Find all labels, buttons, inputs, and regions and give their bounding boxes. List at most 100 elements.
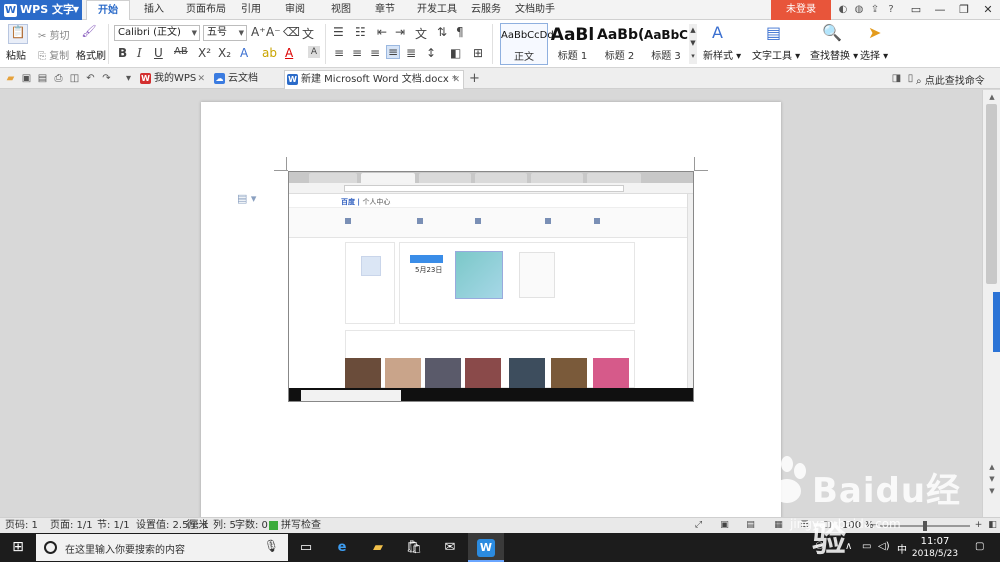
edge-browser-icon[interactable]: e (324, 533, 360, 562)
feedback-icon[interactable]: ◍ (852, 3, 866, 17)
show-hidden-icons[interactable]: ∧ (845, 541, 852, 552)
style-gallery-scroll[interactable]: ▲ ▼ ▾ (689, 24, 697, 64)
notifications-icon[interactable]: ▢ (975, 541, 984, 552)
new-style-icon[interactable]: A (712, 23, 723, 42)
numbered-list-icon[interactable]: ☷ (355, 25, 366, 39)
style-heading-1[interactable]: AaBl 标题 1 (550, 23, 595, 65)
print-icon[interactable]: ⎙ (52, 72, 65, 85)
text-tools-button[interactable]: 文字工具 ▾ (752, 47, 800, 62)
help-icon[interactable]: ? (884, 3, 898, 17)
microphone-icon[interactable]: 🎙 (264, 539, 279, 553)
save-icon[interactable]: ▣ (20, 72, 33, 85)
chevron-down-icon[interactable]: ▾ (122, 72, 135, 85)
highlight-icon[interactable]: ab (262, 46, 277, 60)
font-color-icon[interactable]: A (285, 46, 293, 60)
taskbar-search-box[interactable]: 在这里输入你要搜索的内容 🎙 (36, 534, 288, 561)
pin-icon[interactable]: ◨ (890, 72, 903, 85)
shrink-font-icon[interactable]: A⁻ (266, 25, 281, 39)
scroll-up-page-icon[interactable]: ▲ (983, 463, 1000, 471)
strikethrough-icon[interactable]: AB (174, 46, 188, 57)
tab-my-wps[interactable]: W 我的WPS ✕ (138, 70, 208, 89)
close-icon[interactable]: ✕ (197, 70, 205, 88)
text-tools-icon[interactable]: ▤ (766, 23, 781, 42)
paste-button[interactable]: 粘贴 (6, 47, 26, 62)
chinese-layout-icon[interactable]: 文 (415, 25, 427, 42)
tab-page-layout[interactable]: 页面布局 (178, 0, 234, 20)
phonetic-icon[interactable]: 文 (302, 25, 314, 42)
store-icon[interactable]: 🛍 (396, 533, 432, 562)
subscript-icon[interactable]: X₂ (218, 46, 231, 60)
format-painter-icon[interactable]: 🖌 (80, 24, 98, 42)
page-view-icon[interactable]: ▣ (719, 520, 730, 531)
style-normal[interactable]: AaBbCcDd 正文 (500, 23, 554, 65)
redo-icon[interactable]: ↷ (100, 72, 113, 85)
tab-references[interactable]: 引用 (236, 0, 266, 20)
select-icon[interactable]: ➤ (868, 23, 881, 42)
bullet-list-icon[interactable]: ☰ (333, 25, 344, 39)
wps-taskbar-icon[interactable]: W (468, 533, 504, 562)
share-icon[interactable]: ⇪ (868, 3, 882, 17)
print-layout-icon[interactable]: ▤ (745, 520, 756, 531)
align-right-icon[interactable]: ≡ (370, 46, 380, 60)
tab-cloud-service[interactable]: 云服务 (466, 0, 506, 20)
export-pdf-icon[interactable]: ▤ (36, 72, 49, 85)
copy-button[interactable]: ⎘ 复制 (38, 47, 69, 62)
zoom-slider-thumb[interactable] (923, 521, 927, 531)
borders-icon[interactable]: ⊞ (473, 46, 483, 60)
close-icon[interactable]: ✕ (452, 71, 460, 89)
scroll-down-page-icon[interactable]: ▼ (983, 487, 1000, 495)
line-spacing-icon[interactable]: ↕ (426, 46, 436, 60)
scroll-down-icon[interactable]: ▼ (983, 475, 1000, 483)
restore-layout-icon[interactable]: ▭ (904, 0, 928, 20)
tab-cloud-docs[interactable]: ☁ 云文档 (212, 70, 282, 89)
open-folder-icon[interactable]: ▰ (4, 72, 17, 85)
sort-icon[interactable]: ⇅ (437, 25, 447, 39)
select-button[interactable]: 选择 ▾ (860, 47, 888, 62)
zoom-out-icon[interactable]: — (868, 520, 879, 531)
new-tab-icon[interactable]: + (468, 72, 481, 85)
justify-icon[interactable]: ≡ (386, 45, 400, 59)
tab-chapter[interactable]: 章节 (370, 0, 400, 20)
show-marks-icon[interactable]: ¶ (456, 25, 464, 39)
style-heading-2[interactable]: AaBb( 标题 2 (597, 23, 644, 65)
paste-icon[interactable]: 📋 (8, 24, 28, 44)
battery-icon[interactable]: ▭ (862, 541, 871, 552)
full-screen-icon[interactable]: ⤢ (693, 520, 704, 531)
zoom-in-icon[interactable]: + (973, 520, 984, 531)
grow-font-icon[interactable]: A⁺ (251, 25, 266, 39)
paragraph-options-icon[interactable]: ▤ ▾ (237, 192, 256, 205)
new-style-button[interactable]: 新样式 ▾ (703, 47, 741, 62)
find-replace-icon[interactable]: 🔍 (822, 23, 842, 42)
reading-view-icon[interactable]: ◫ (822, 520, 833, 531)
tab-review[interactable]: 审阅 (280, 0, 310, 20)
clear-format-icon[interactable]: ⌫ (283, 25, 300, 39)
windows-start-icon[interactable]: ⊞ (0, 533, 36, 562)
tab-current-document[interactable]: W 新建 Microsoft Word 文档.docx * ✕ (284, 70, 464, 89)
align-left-icon[interactable]: ≡ (334, 46, 344, 60)
inserted-screenshot-image[interactable]: 百度 | 个人中心 5月23日 (288, 171, 694, 402)
task-view-icon[interactable]: ▭ (288, 533, 324, 562)
people-icon[interactable]: ⚇ (815, 541, 824, 552)
web-layout-icon[interactable]: ▦ (773, 520, 784, 531)
file-explorer-icon[interactable]: ▰ (360, 533, 396, 562)
shading-icon[interactable]: ◧ (450, 46, 461, 60)
spellcheck-toggle[interactable]: 拼写检查 (281, 518, 321, 533)
tab-home[interactable]: 开始 (86, 0, 130, 21)
zoom-slider[interactable] (880, 521, 970, 531)
underline-icon[interactable]: U (154, 46, 163, 60)
close-button[interactable]: ✕ (976, 0, 1000, 20)
outline-view-icon[interactable]: ☰ (799, 520, 810, 531)
clock-date[interactable]: 2018/5/23 (910, 549, 960, 559)
decrease-indent-icon[interactable]: ⇤ (377, 25, 387, 39)
login-button[interactable]: 未登录 (771, 0, 831, 20)
distributed-icon[interactable]: ≣ (406, 46, 416, 60)
font-size-select[interactable]: 五号 ▼ (203, 25, 247, 41)
format-painter-button[interactable]: 格式刷 (76, 47, 106, 62)
scroll-up-icon[interactable]: ▲ (983, 93, 1000, 101)
maximize-button[interactable]: ❐ (952, 0, 976, 20)
tab-developer[interactable]: 开发工具 (412, 0, 462, 20)
style-heading-3[interactable]: AaBbC 标题 3 (644, 23, 688, 65)
tab-view[interactable]: 视图 (326, 0, 356, 20)
side-panel-toggle[interactable] (993, 292, 1000, 352)
minimize-button[interactable]: — (928, 0, 952, 20)
